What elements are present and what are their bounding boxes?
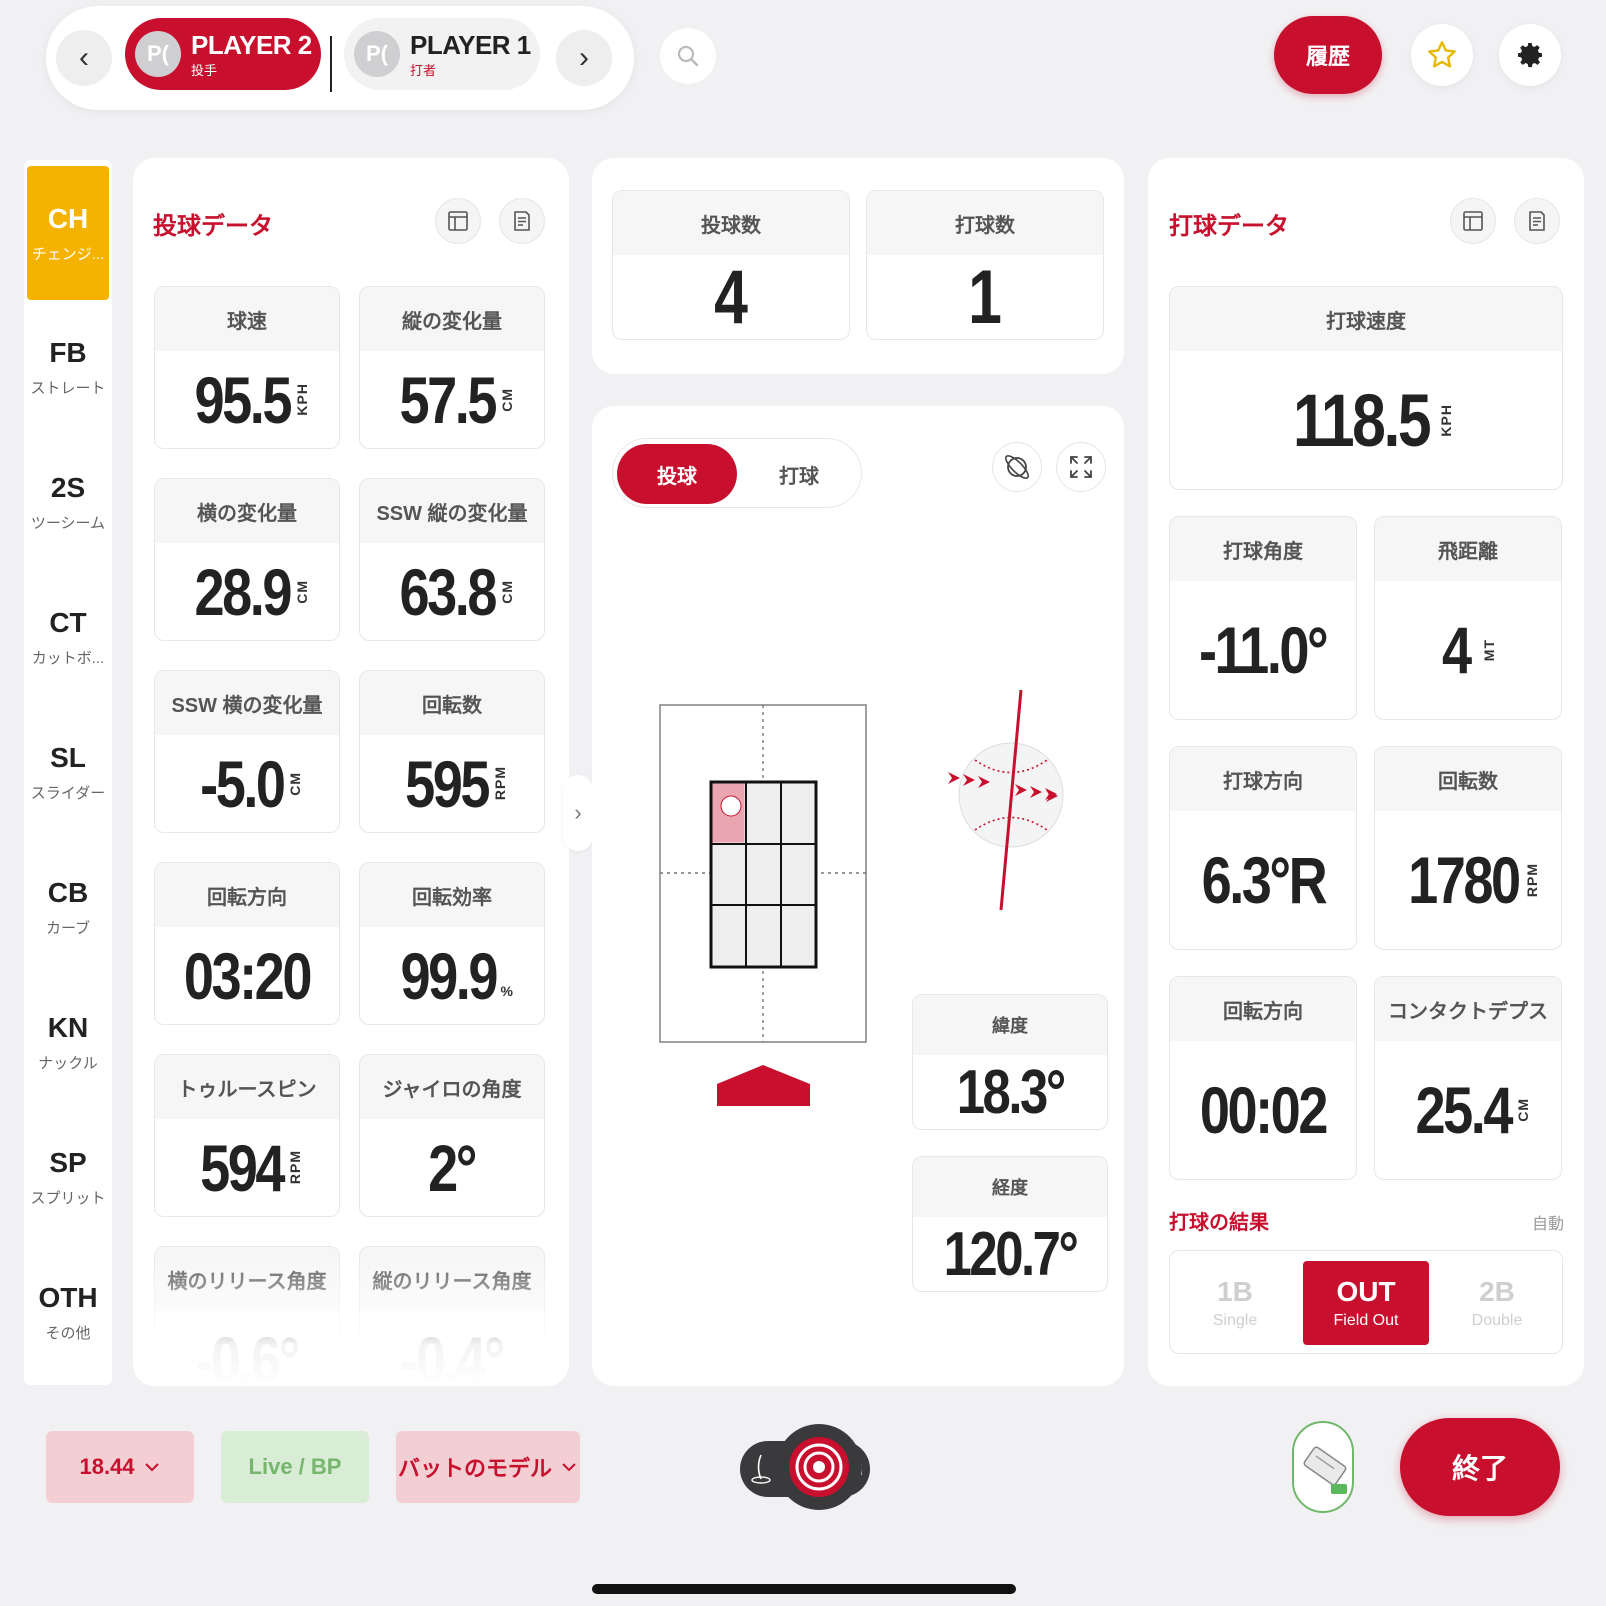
counts-card: 投球数 4 打球数 1 [592,158,1124,374]
metric-exit-velocity: 打球速度 118.5 KPH [1169,286,1563,490]
gear-icon [1518,43,1542,68]
metric-launch-angle: 打球角度 -11.0° [1169,516,1357,720]
star-icon [1428,41,1456,68]
device-status-button[interactable] [1292,1421,1354,1513]
result-mode: 自動 [1531,1216,1564,1233]
panel-title: 打球データ [1169,213,1289,240]
active-player-pill[interactable]: P( PLAYER 2 (RIGH 投手 [125,18,321,90]
metric-horizontal-release-angle: 横のリリース角度 -0.6° [154,1246,340,1386]
pitch-location-marker [720,795,742,817]
result-title: 打球の結果 [1169,1212,1269,1234]
batted-ball-panel: 打球データ 打球速度 118.5 KPH 打球角度 -11.0° 飛距離 4 MT … [1148,158,1584,1386]
pitch-type-cb[interactable]: CB カーブ [27,840,109,974]
metric-vertical-release-angle: 縦のリリース角度 -0.4° [359,1246,545,1386]
layout-toggle-button[interactable] [1450,198,1496,244]
notes-icon [1529,211,1545,231]
pitch-type-sl[interactable]: SL スライダー [27,705,109,839]
favorite-button[interactable] [1411,24,1473,86]
panel-title: 投球データ [153,213,273,240]
avatar: P( [354,31,400,77]
layout-icon [1463,211,1483,231]
sensor-device-icon [1303,1446,1347,1494]
3d-view-button[interactable] [992,442,1042,492]
avatar: P( [135,31,181,77]
player-name: PLAYER 2 (RIGH [191,31,316,58]
metric-contact-depth: コンタクトデプス 25.4 CM [1374,976,1562,1180]
metric-velocity: 球速 95.5 KPH [154,286,340,449]
layout-toggle-button[interactable] [435,198,481,244]
metric-distance: 飛距離 4 MT [1374,516,1562,720]
pitch-type-2s[interactable]: 2S ツーシーム [27,435,109,569]
result-field-out[interactable]: OUT Field Out [1303,1261,1429,1345]
longitude-metric: 経度 120.7° [912,1156,1108,1292]
notes-icon [514,211,530,231]
other-player-pill[interactable]: P( PLAYER 1 (LEFT 打者 [344,18,540,90]
end-session-button[interactable]: 終了 [1400,1418,1560,1516]
metric-vertical-break: 縦の変化量 57.5 CM [359,286,545,449]
prev-player-button[interactable]: ‹ [56,30,112,86]
notes-button[interactable] [1514,198,1560,244]
search-button[interactable] [660,28,716,84]
player-role: 投手 [191,62,218,78]
result-single[interactable]: 1B Single [1172,1261,1298,1345]
bat-model-dropdown[interactable]: バットのモデル [396,1431,580,1503]
target-icon [789,1437,849,1497]
pitch-type-sp[interactable]: SP スプリット [27,1110,109,1244]
metric-batted-spin-rate: 回転数 1780 RPM [1374,746,1562,950]
chevron-right-icon: › [579,41,589,74]
strike-zone [659,704,867,1106]
tab-pitch[interactable]: 投球 [617,444,737,504]
expand-icon [1070,456,1092,478]
home-plate [717,1065,810,1106]
zone-grid [709,780,818,969]
chevron-down-icon [562,1463,576,1472]
pitch-count: 投球数 4 [612,190,850,340]
session-mode-button[interactable]: Live / BP [221,1431,369,1503]
player-name: PLAYER 1 (LEFT [410,31,535,58]
spin-axis-ball [948,690,1064,911]
chevron-left-icon: ‹ [79,41,89,74]
metric-gyro-angle: ジャイロの角度 2° [359,1054,545,1217]
player-switcher: ‹ P( PLAYER 2 (RIGH 投手 P( PLAYER 1 (LEFT… [46,6,634,110]
pitch-type-ct[interactable]: CT カットボ... [27,570,109,704]
settings-button[interactable] [1499,24,1561,86]
home-indicator [592,1584,1016,1594]
notes-button[interactable] [499,198,545,244]
metric-true-spin: トゥルースピン 594 RPM [154,1054,340,1217]
collapse-panel-handle[interactable]: › [563,775,593,851]
latitude-metric: 緯度 18.3° [912,994,1108,1130]
result-selector: 1B Single OUT Field Out 2B Double [1169,1250,1563,1354]
result-double[interactable]: 2B Double [1434,1261,1560,1345]
metric-spin-rate: 回転数 595 RPM [359,670,545,833]
pitch-type-sidebar: CH チェンジ... FB ストレート 2S ツーシーム CT カットボ... … [24,160,112,1385]
distance-dropdown[interactable]: 18.44 [46,1431,194,1503]
trajectory-icon[interactable] [746,1453,776,1485]
orbit-icon [1005,455,1029,479]
metric-spin-efficiency: 回転効率 99.9% [359,862,545,1025]
player-role: 打者 [410,62,437,78]
pitch-type-ch[interactable]: CH チェンジ... [27,166,109,300]
metric-horizontal-break: 横の変化量 28.9 CM [154,478,340,641]
layout-icon [448,211,468,231]
chevron-down-icon [144,1463,159,1472]
chevron-right-icon: › [574,800,582,825]
tab-batted-ball[interactable]: 打球 [740,444,858,504]
pitch-data-panel: 投球データ 球速 95.5 KPH 縦の変化量 57.5 CM 横の変化量 28.9… [133,158,569,1386]
metric-spin-direction: 回転方向 03:20 [154,862,340,1025]
pitch-type-fb[interactable]: FB ストレート [27,300,109,434]
metric-ssw-vertical-break: SSW 縦の変化量 63.8 CM [359,478,545,641]
history-button[interactable]: 履歴 [1274,16,1382,94]
metric-ssw-horizontal-break: SSW 横の変化量 -5.0 CM [154,670,340,833]
metric-batted-spin-direction: 回転方向 00:02 [1169,976,1357,1180]
target-mode-button[interactable] [776,1424,862,1510]
search-icon [677,45,699,67]
pitch-type-oth[interactable]: OTH その他 [27,1245,109,1379]
metric-spray-direction: 打球方向 6.3°R [1169,746,1357,950]
fullscreen-button[interactable] [1056,442,1106,492]
divider [330,36,332,92]
batted-count: 打球数 1 [866,190,1104,340]
next-player-button[interactable]: › [556,30,612,86]
pitch-type-kn[interactable]: KN ナックル [27,975,109,1109]
